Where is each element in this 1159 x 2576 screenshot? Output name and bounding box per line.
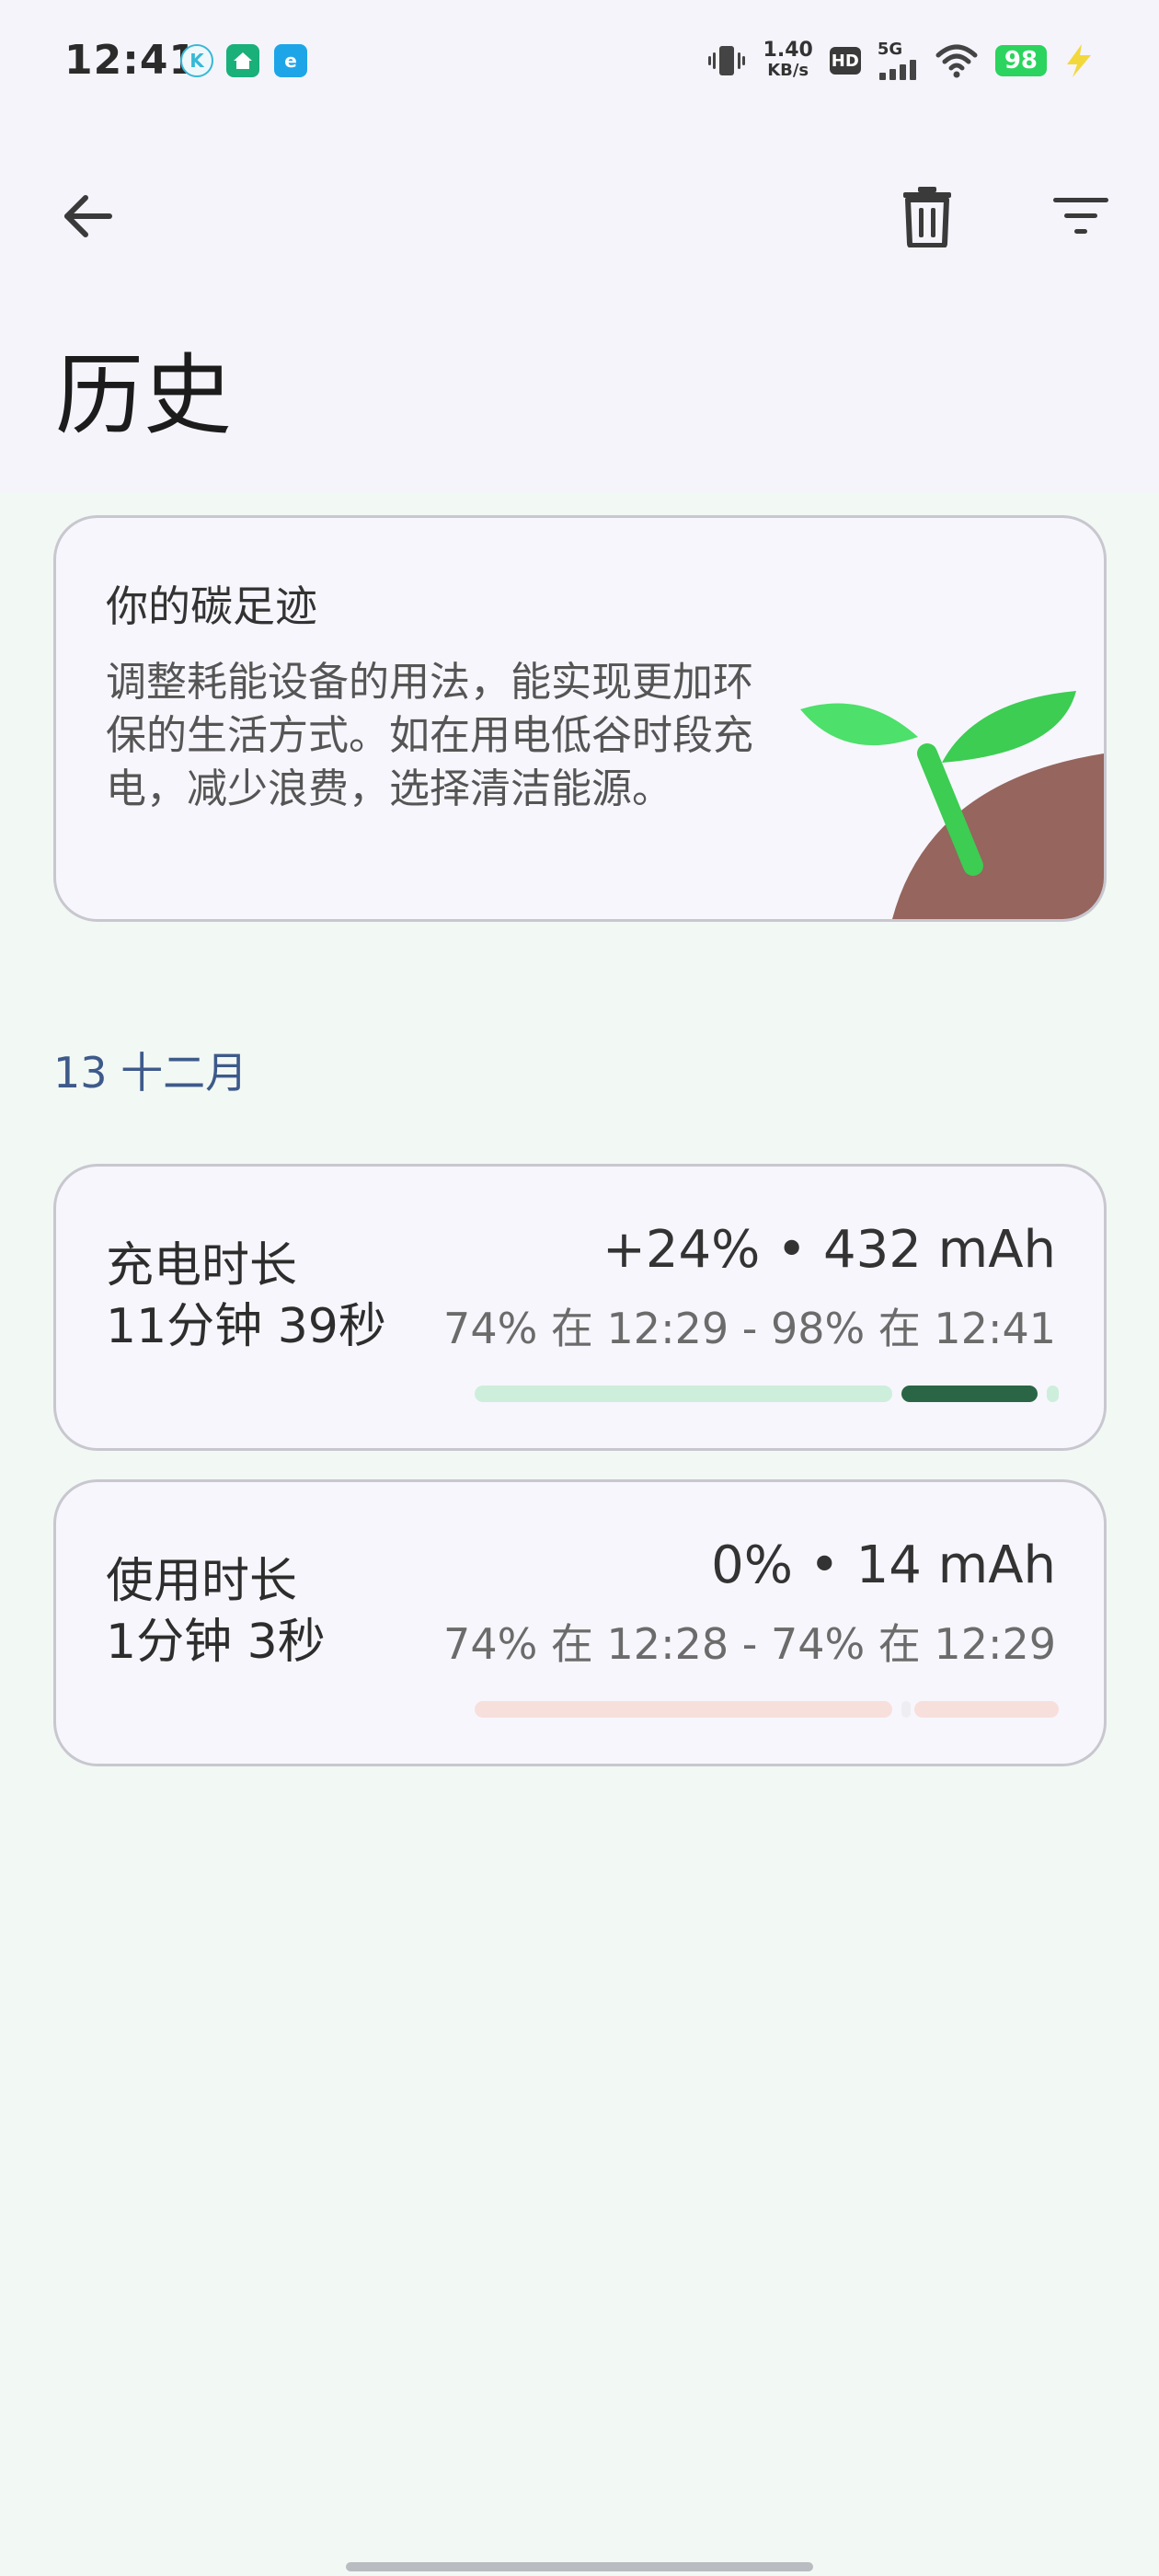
bar-segment-before (475, 1386, 892, 1402)
carbon-footprint-card[interactable]: 你的碳足迹 调整耗能设备的用法，能实现更加环保的生活方式。如在用电低谷时段充电，… (53, 515, 1107, 922)
net-speed-value: 1.40 (763, 39, 813, 62)
status-time: 12:41 (64, 37, 199, 84)
session-range: 74% 在 12:28 - 74% 在 12:29 (443, 1619, 1056, 1669)
usage-level-bar (475, 1701, 1059, 1718)
session-duration: 11分钟 39秒 (106, 1299, 386, 1354)
net-speed-unit: KB/s (767, 61, 809, 80)
session-metric: +24% • 432 mAh (602, 1220, 1056, 1280)
wifi-icon (935, 44, 978, 78)
filter-icon (1053, 198, 1108, 234)
net-speed: 1.40 KB/s (763, 40, 813, 81)
arrow-left-icon (64, 195, 112, 237)
app-bar (0, 166, 1159, 267)
bar-segment-after (914, 1701, 1059, 1718)
bar-segment-after (1047, 1386, 1059, 1402)
date-header: 13 十二月 (53, 1048, 248, 1098)
home-app-icon (226, 44, 259, 77)
session-range: 74% 在 12:29 - 98% 在 12:41 (443, 1304, 1056, 1353)
charging-bolt-icon (1067, 44, 1091, 77)
bar-segment-usage (901, 1701, 911, 1718)
battery-level: 98 (994, 45, 1047, 76)
bar-segment-before (475, 1701, 892, 1718)
charge-level-bar (475, 1386, 1059, 1402)
session-type: 使用时长 (106, 1554, 298, 1609)
carbon-card-title: 你的碳足迹 (106, 581, 317, 631)
delete-history-button[interactable] (881, 170, 973, 262)
back-button[interactable] (41, 170, 133, 262)
gesture-nav-handle[interactable] (346, 2562, 813, 2571)
session-duration: 1分钟 3秒 (106, 1615, 326, 1670)
cellular-signal: 5G (878, 41, 918, 80)
carbon-card-body: 调整耗能设备的用法，能实现更加环保的生活方式。如在用电低谷时段充电，减少浪费，选… (106, 659, 753, 812)
page-title: 历史 (55, 344, 232, 447)
bar-segment-charging (901, 1386, 1038, 1402)
status-bar: 12:41 K e 1.40 KB/s HD 5G 98 (0, 0, 1159, 120)
sprout-illustration-icon (800, 691, 1104, 919)
usage-session-card[interactable]: 使用时长 1分钟 3秒 0% • 14 mAh 74% 在 12:28 - 74… (53, 1479, 1107, 1766)
filter-button[interactable] (1035, 170, 1127, 262)
trash-icon (903, 187, 951, 247)
e-app-icon: e (274, 44, 307, 77)
charging-session-card[interactable]: 充电时长 11分钟 39秒 +24% • 432 mAh 74% 在 12:29… (53, 1164, 1107, 1451)
k-app-icon: K (180, 44, 213, 77)
signal-bars-icon (878, 60, 916, 80)
network-type: 5G (877, 40, 903, 59)
session-metric: 0% • 14 mAh (711, 1535, 1056, 1595)
session-type: 充电时长 (106, 1238, 298, 1294)
vibrate-icon (707, 46, 745, 75)
hd-badge: HD (829, 47, 861, 75)
status-icons: 1.40 KB/s HD 5G 98 (706, 35, 1095, 86)
